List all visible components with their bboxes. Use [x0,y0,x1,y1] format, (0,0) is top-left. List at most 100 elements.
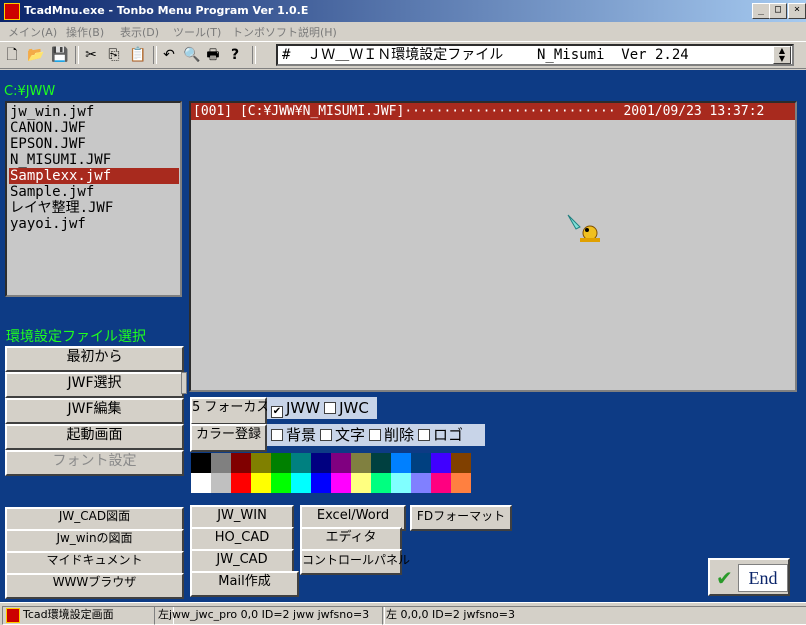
jwc-checkbox[interactable] [324,402,337,414]
color-swatch[interactable] [251,473,271,493]
app-status-icon [6,608,20,623]
startup-screen-button[interactable]: 起動画面 [5,424,184,450]
menu-view[interactable]: 表示(D) [120,24,159,40]
app-icon[interactable] [4,3,20,20]
color-swatch[interactable] [231,453,251,473]
cut-icon[interactable]: ✂ [83,47,99,63]
control-panel-button[interactable]: コントロールパネル [300,549,410,575]
color-swatch[interactable] [331,453,351,473]
color-swatch[interactable] [431,453,451,473]
text-checkbox[interactable] [320,429,333,441]
color-swatch[interactable] [271,473,291,493]
toolbar-separator [252,46,256,64]
list-item[interactable]: Sample.jwf [9,184,179,200]
status-panel-jww: 左jww_jwc_pro 0,0 ID=2 jww jwfsno=3 [154,606,385,625]
open-icon[interactable]: 📂 [27,47,44,63]
end-label: End [738,564,788,592]
display-panel [189,101,797,392]
color-swatch[interactable] [351,473,371,493]
status-panel-coords: 左 0,0,0 ID=2 jwfsno=3 [382,606,806,625]
color-swatch[interactable] [311,473,331,493]
color-swatch[interactable] [371,473,391,493]
list-item[interactable]: jw_win.jwf [9,104,179,120]
color-register-button[interactable]: カラー登録 [190,424,267,452]
color-swatch[interactable] [311,453,331,473]
color-swatch[interactable] [331,473,351,493]
splitter-handle[interactable] [181,372,187,394]
current-path: C:¥JWW [4,84,56,99]
background-checkbox[interactable] [271,429,283,441]
color-swatch[interactable] [211,473,231,493]
color-swatch[interactable] [251,453,271,473]
color-swatch[interactable] [271,453,291,473]
jwcad-drawing-button[interactable]: JW_CAD図面 [5,507,184,531]
jww-checkbox[interactable]: ✔ [271,406,283,418]
font-settings-button[interactable]: フォント設定 [5,450,184,476]
color-swatch[interactable] [291,473,311,493]
checkmark-icon: ✔ [716,566,733,590]
color-swatch[interactable] [451,453,471,473]
menu-main[interactable]: メイン(A) [8,24,57,40]
toolbar-separator [75,46,79,64]
jwc-label: JWC [339,399,369,417]
color-swatch[interactable] [431,473,451,493]
copy-icon[interactable]: ⎘ [106,47,122,63]
color-swatch[interactable] [231,473,251,493]
my-documents-button[interactable]: マイドキュメント [5,551,184,575]
info-display: # ＪＷ＿ＷＩＮ環境設定ファイル N_Misumi Ver 2.24 [276,44,794,66]
info-spinner[interactable]: ▲ ▼ [773,46,791,64]
display-options-group: 背景 文字 削除 ロゴ [267,424,485,446]
color-swatch[interactable] [191,453,211,473]
logo-checkbox[interactable] [418,429,431,441]
background-label: 背景 [286,426,317,444]
list-item[interactable]: N_MISUMI.JWF [9,152,179,168]
title-bar: TcadMnu.exe - Tonbo Menu Program Ver 1.0… [0,0,806,22]
toolbar-separator [153,46,157,64]
save-icon[interactable]: 💾 [51,47,68,63]
list-item[interactable]: EPSON.JWF [9,136,179,152]
menu-operation[interactable]: 操作(B) [66,24,104,40]
menu-help[interactable]: トンボソフト説明(H) [232,24,337,40]
color-swatch[interactable] [191,473,211,493]
color-swatch[interactable] [411,473,431,493]
paste-icon[interactable]: 📋 [129,47,146,63]
color-swatch[interactable] [411,453,431,473]
find-icon[interactable]: 🔍 [183,47,200,63]
jwwin-drawing-button[interactable]: Jw_winの図面 [5,529,184,553]
color-swatch[interactable] [371,453,391,473]
text-label: 文字 [335,426,366,444]
print-icon[interactable]: 🖶 [205,47,221,63]
list-item[interactable]: CANON.JWF [9,120,179,136]
undo-icon[interactable]: ↶ [161,47,177,63]
close-button[interactable]: × [788,3,806,19]
list-item[interactable]: yayoi.jwf [9,216,179,232]
color-swatch[interactable] [391,473,411,493]
color-swatch[interactable] [451,473,471,493]
fd-format-button[interactable]: FDフォーマット [410,505,512,531]
file-list[interactable]: jw_win.jwf CANON.JWF EPSON.JWF N_MISUMI.… [5,101,182,297]
maximize-button[interactable]: □ [769,3,787,19]
help-icon[interactable]: ? [227,47,243,63]
new-icon[interactable]: 🗋 [4,47,20,63]
delete-checkbox[interactable] [369,429,382,441]
dragonfly-mascot-icon [567,214,600,242]
list-item[interactable]: レイヤ整理.JWF [9,200,179,216]
cad-type-group: ✔ JWW JWC [267,397,377,419]
end-button[interactable]: ✔ End [708,558,790,596]
menu-tools[interactable]: ツール(T) [173,24,221,40]
minimize-button[interactable]: _ [752,3,770,19]
logo-label: ロゴ [433,426,464,444]
jwf-select-button[interactable]: JWF選択 [5,372,184,398]
jwf-edit-button[interactable]: JWF編集 [5,398,184,424]
from-start-button[interactable]: 最初から [5,346,184,372]
color-swatch[interactable] [211,453,231,473]
color-swatch[interactable] [351,453,371,473]
color-swatch[interactable] [391,453,411,473]
web-browser-button[interactable]: WWWブラウザ [5,573,184,599]
color-swatch[interactable] [291,453,311,473]
section-label: 環境設定ファイル選択 [6,329,146,345]
mail-compose-button[interactable]: Mail作成 [190,571,299,597]
focus-button[interactable]: 5 フォーカス [190,397,269,425]
jww-label: JWW [286,399,321,417]
list-item-selected[interactable]: Samplexx.jwf [9,168,179,184]
